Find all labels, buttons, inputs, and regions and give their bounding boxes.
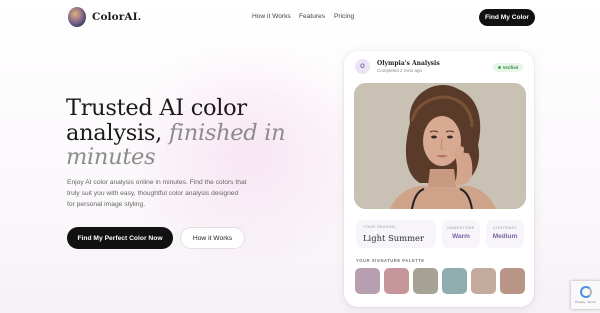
nav-pricing[interactable]: Pricing xyxy=(334,13,354,20)
find-my-perfect-color-button[interactable]: Find My Perfect Color Now xyxy=(67,227,173,249)
contrast-label: CONTRAST xyxy=(492,226,518,230)
season-value: Light Summer xyxy=(363,233,424,243)
recaptcha-badge[interactable]: Privacy - Terms xyxy=(571,281,600,309)
season-box: YOUR SEASON Light Summer xyxy=(356,220,436,248)
palette-swatch[interactable] xyxy=(384,268,409,294)
card-timestamp: Completed 2 mins ago xyxy=(377,68,423,73)
verified-dot-icon xyxy=(497,66,501,69)
undertone-label: UNDERTONE xyxy=(447,226,475,230)
hero-subtitle: Enjoy AI color analysis online in minute… xyxy=(67,179,247,208)
recaptcha-text: Privacy - Terms xyxy=(575,300,596,304)
verified-badge: Verified xyxy=(493,63,523,72)
nav-how-it-works[interactable]: How it Works xyxy=(252,13,291,20)
portrait-photo xyxy=(354,83,526,209)
season-label: YOUR SEASON xyxy=(363,225,396,229)
palette-swatches xyxy=(355,268,529,294)
palette-label: YOUR SIGNATURE PALETTE xyxy=(356,258,425,263)
portrait-illustration xyxy=(354,83,526,209)
brand-name: ColorAI. xyxy=(92,11,142,23)
find-my-color-button[interactable]: Find My Color xyxy=(479,9,535,26)
analysis-card: O Olympia's Analysis Completed 2 mins ag… xyxy=(344,51,534,307)
verified-label: Verified xyxy=(502,65,519,70)
contrast-box: CONTRAST Medium xyxy=(486,220,524,248)
contrast-value: Medium xyxy=(492,233,518,240)
undertone-value: Warm xyxy=(452,233,470,240)
card-title: Olympia's Analysis xyxy=(377,60,440,67)
recaptcha-icon xyxy=(579,286,592,298)
how-it-works-button[interactable]: How it Works xyxy=(180,227,245,249)
undertone-box: UNDERTONE Warm xyxy=(442,220,480,248)
nav-features[interactable]: Features xyxy=(299,13,325,20)
palette-swatch[interactable] xyxy=(500,268,525,294)
brand-logo[interactable]: ColorAI. xyxy=(68,7,141,27)
palette-swatch[interactable] xyxy=(442,268,467,294)
landing-page: ColorAI. How it Works Features Pricing F… xyxy=(0,0,600,313)
palette-swatch[interactable] xyxy=(355,268,380,294)
avatar: O xyxy=(355,59,370,74)
logo-sphere-icon xyxy=(68,7,86,27)
palette-swatch[interactable] xyxy=(413,268,438,294)
palette-swatch[interactable] xyxy=(471,268,496,294)
hero-title: Trusted AI color analysis, finished in m… xyxy=(66,96,336,170)
